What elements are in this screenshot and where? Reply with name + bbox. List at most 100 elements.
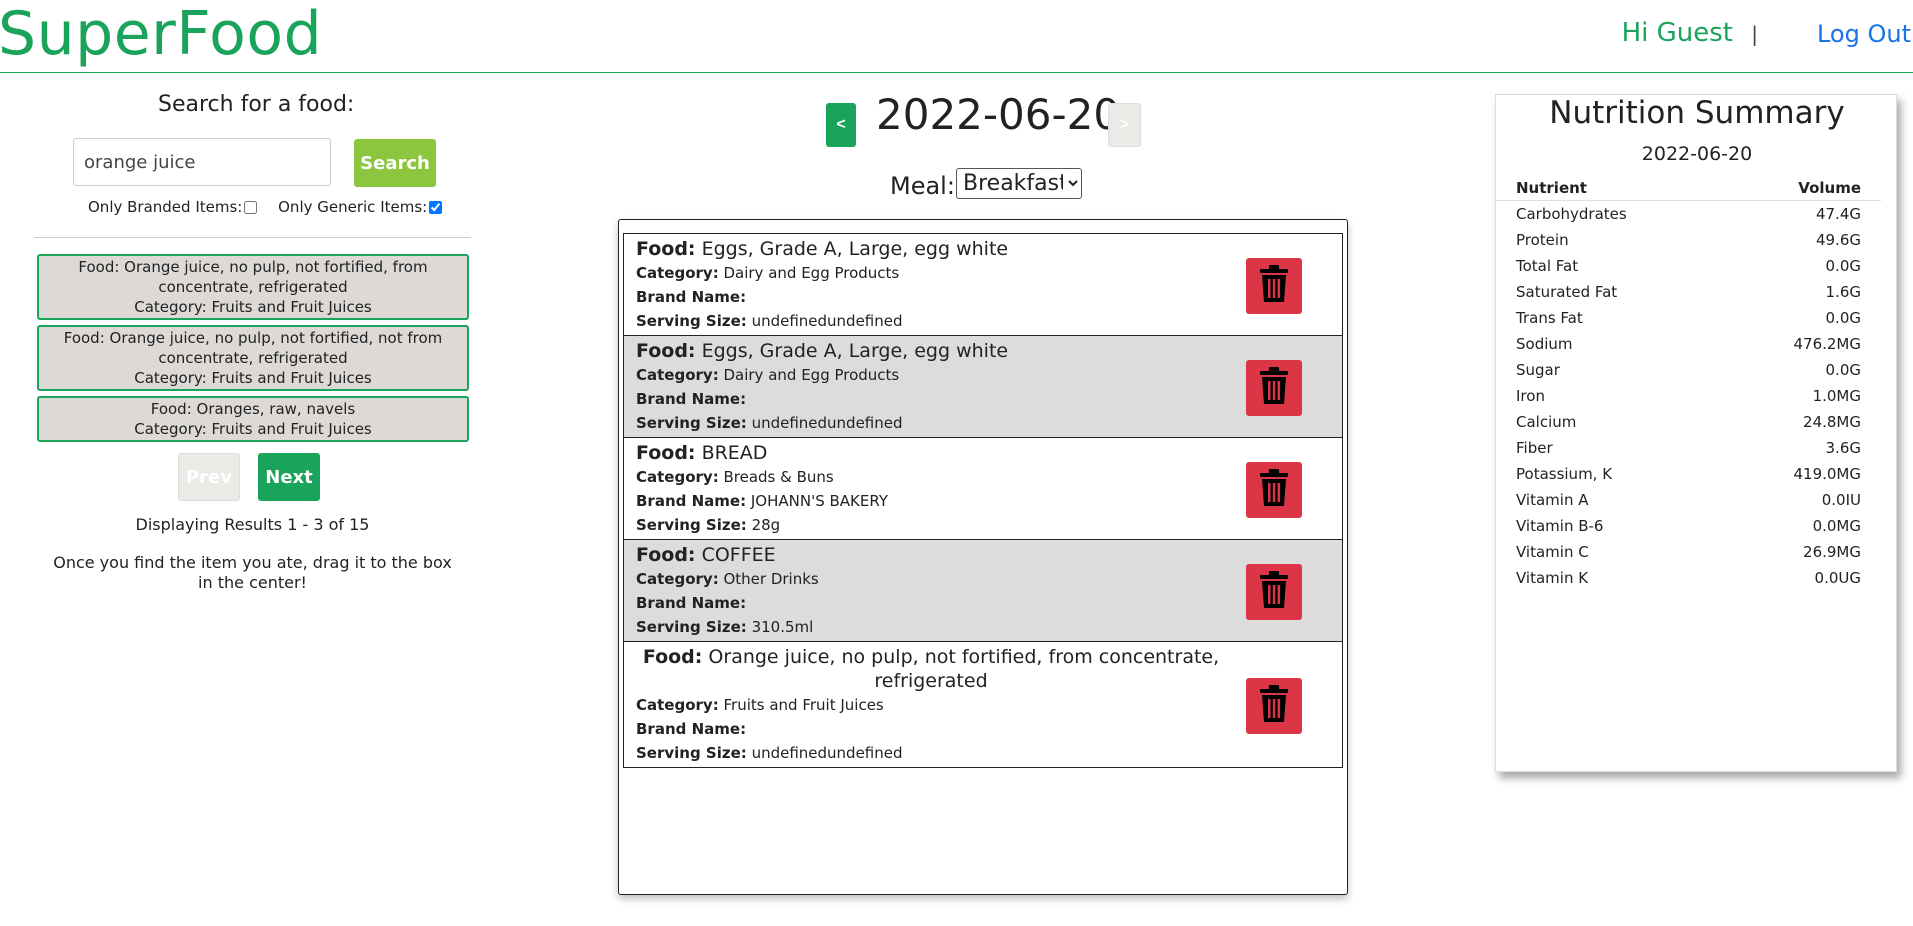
serving-value: undefinedundefined [751,414,903,432]
meal-item: Food: BREAD Category: Breads & Buns Brand … [623,437,1343,540]
nutrition-row: Potassium, K 419.0MG [1496,461,1881,487]
meal-select[interactable]: Breakfast [956,168,1082,199]
previous-day-button[interactable]: < [826,103,856,147]
next-page-button[interactable]: Next [258,453,320,501]
nutrition-row: Protein 49.6G [1496,227,1881,253]
drag-hint: Once you find the item you ate, drag it … [53,553,452,592]
nutrient-name: Fiber [1516,439,1553,457]
brand-logo[interactable]: SuperFood [0,0,322,70]
nutrient-value: 0.0MG [1812,517,1861,535]
trash-icon [1257,468,1291,511]
nutrition-row: Iron 1.0MG [1496,383,1881,409]
meal-item-category: Category: Fruits and Fruit Juices [636,693,1330,717]
nutrient-name: Protein [1516,231,1569,249]
nutrition-table-body: Carbohydrates 47.4G Protein 49.6G Total Fat 0… [1496,201,1881,592]
logout-link[interactable]: Log Out [1817,20,1911,48]
nutrient-name: Total Fat [1516,257,1579,275]
nav-separator: | [1751,22,1758,46]
category-value: Dairy and Egg Products [723,264,900,282]
search-button[interactable]: Search [354,139,436,187]
nutrient-value: 47.4G [1815,205,1861,223]
top-navbar: SuperFood Hi Guest | Log Out [0,0,1913,73]
brand-label: Brand Name: [636,390,747,408]
category-value: Dairy and Egg Products [723,366,900,384]
next-day-button[interactable]: > [1108,103,1141,147]
food-name: COFFEE [701,544,776,566]
category-value: Fruits and Fruit Juices [723,696,884,714]
nutrient-name: Saturated Fat [1516,283,1618,301]
brand-label: Brand Name: [636,492,747,510]
branded-only-checkbox[interactable] [244,201,258,214]
nutrition-row: Saturated Fat 1.6G [1496,279,1881,305]
serving-value: undefinedundefined [751,312,903,330]
food-name: Eggs, Grade A, Large, egg white [701,340,1009,362]
generic-filter-label: Only Generic Items: [278,198,428,216]
food-label: Food: [636,544,696,566]
nutrient-value: 0.0IU [1821,491,1861,509]
nutrition-row: Total Fat 0.0G [1496,253,1881,279]
meal-item-brand: Brand Name: [636,387,1330,411]
nutrient-name: Carbohydrates [1516,205,1627,223]
nutrient-name: Iron [1516,387,1545,405]
result-category: Category: Fruits and Fruit Juices [134,420,372,438]
serving-value: 28g [751,516,781,534]
generic-only-checkbox[interactable] [429,201,443,214]
nutrient-value: 1.0MG [1812,387,1861,405]
meal-dropzone[interactable]: Food: Eggs, Grade A, Large, egg white Cat… [618,219,1348,895]
prev-page-button[interactable]: Prev [178,453,240,501]
result-food: Food: Oranges, raw, navels [150,400,356,418]
filter-options: Only Branded Items: Only Generic Items: [88,198,448,216]
food-name: Orange juice, no pulp, not fortified, fr… [708,646,1220,692]
nutrient-name: Vitamin C [1516,543,1589,561]
delete-button[interactable] [1246,563,1302,620]
delete-button[interactable] [1246,677,1302,734]
serving-label: Serving Size: [636,618,747,636]
trash-icon [1257,264,1291,307]
search-result-item[interactable]: Food: Orange juice, no pulp, not fortifi… [37,325,469,391]
delete-button[interactable] [1246,257,1302,314]
food-name: BREAD [701,442,768,464]
meal-item-serving: Serving Size: undefinedundefined [636,411,1330,435]
volume-column-header: Volume [1720,173,1881,201]
search-result-item[interactable]: Food: Oranges, raw, navels Category: Frui… [37,396,469,442]
summary-date: 2022-06-20 [1641,143,1753,165]
current-date: 2022-06-20 [876,90,1121,139]
divider [34,237,471,238]
nutrition-row: Sugar 0.0G [1496,357,1881,383]
results-count: Displaying Results 1 - 3 of 15 [135,515,370,534]
search-result-item[interactable]: Food: Orange juice, no pulp, not fortifi… [37,254,469,320]
meal-item: Food: Eggs, Grade A, Large, egg white Cat… [623,233,1343,336]
search-input[interactable] [73,138,331,186]
greeting-text: Hi Guest [1621,18,1733,48]
nutrient-value: 1.6G [1825,283,1861,301]
category-label: Category: [636,468,719,486]
nutrient-name: Sodium [1516,335,1573,353]
brand-value: JOHANN'S BAKERY [750,492,888,510]
nutrition-row: Fiber 3.6G [1496,435,1881,461]
delete-button[interactable] [1246,461,1302,518]
meal-item-serving: Serving Size: undefinedundefined [636,309,1330,333]
brand-label: Brand Name: [636,594,747,612]
nutrition-row: Trans Fat 0.0G [1496,305,1881,331]
nutrition-row: Vitamin B-6 0.0MG [1496,513,1881,539]
brand-label: Brand Name: [636,288,747,306]
nutrient-value: 0.0G [1825,257,1861,275]
brand-label: Brand Name: [636,720,747,738]
nutrition-row: Vitamin C 26.9MG [1496,539,1881,565]
serving-value: 310.5ml [751,618,814,636]
meal-item-category: Category: Dairy and Egg Products [636,363,1330,387]
meal-item: Food: Orange juice, no pulp, not fortifi… [623,641,1343,768]
nutrient-name: Sugar [1516,361,1560,379]
nutrient-value: 0.0UG [1814,569,1861,587]
meal-item-food: Food: Orange juice, no pulp, not fortifi… [636,645,1226,693]
category-label: Category: [636,366,719,384]
meal-item-food: Food: Eggs, Grade A, Large, egg white [636,339,1330,363]
search-results-list: Food: Orange juice, no pulp, not fortifi… [37,254,469,447]
serving-value: undefinedundefined [751,744,903,762]
delete-button[interactable] [1246,359,1302,416]
nutrient-value: 419.0MG [1793,465,1861,483]
meal-items-list: Food: Eggs, Grade A, Large, egg white Cat… [623,233,1343,768]
category-label: Category: [636,264,719,282]
nutrient-value: 26.9MG [1803,543,1861,561]
result-category: Category: Fruits and Fruit Juices [134,369,372,387]
